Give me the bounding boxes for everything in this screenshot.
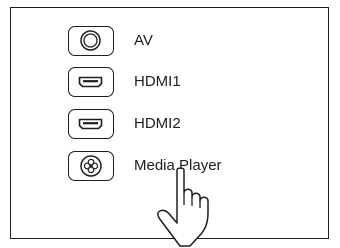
source-label-hdmi2: HDMI2 xyxy=(134,115,181,132)
source-label-av: AV xyxy=(134,32,153,49)
av-jack-icon xyxy=(68,26,114,56)
media-player-icon xyxy=(68,151,114,181)
hdmi-port-icon xyxy=(68,109,114,139)
source-label-hdmi1: HDMI1 xyxy=(134,73,181,90)
pointing-hand-icon xyxy=(157,167,209,247)
hdmi-port-icon xyxy=(68,67,114,97)
